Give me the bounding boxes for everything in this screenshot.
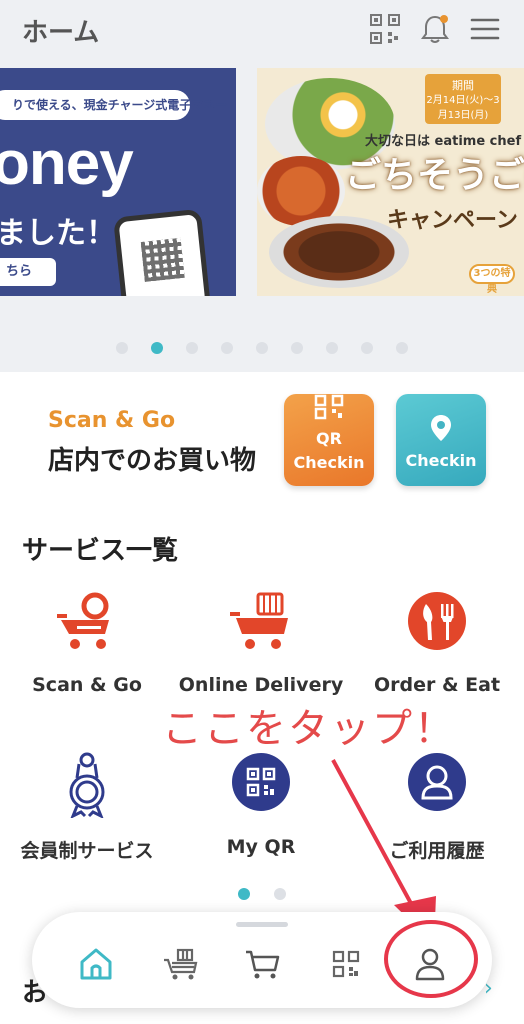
scan-cart-icon [57, 592, 109, 649]
carousel-dot[interactable] [221, 342, 233, 354]
service-membership[interactable]: 会員制サービス [2, 748, 172, 862]
banner-headline: oney [0, 129, 134, 198]
campaign-badge: 3つの特典 [469, 264, 515, 295]
service-scan-go[interactable]: Scan & Go [2, 586, 172, 698]
service-order-eat[interactable]: Order & Eat [352, 586, 522, 698]
carousel-dot[interactable] [396, 342, 408, 354]
carousel-dot[interactable] [361, 342, 373, 354]
service-label: Online Delivery [178, 674, 344, 696]
carousel-dot[interactable] [256, 342, 268, 354]
services-page-dot-active[interactable] [238, 888, 250, 900]
page-title: ホーム [22, 18, 100, 48]
qr-scan-icon[interactable] [368, 12, 402, 46]
carousel-dot[interactable] [291, 342, 303, 354]
service-usage-history[interactable]: ご利用履歴 [352, 748, 522, 862]
user-icon [408, 753, 466, 811]
service-label: 会員制サービス [20, 840, 154, 862]
banner-subheadline: ました！ [0, 216, 116, 251]
carousel-indicator [0, 342, 524, 358]
campaign-title: ごちそうごは [345, 155, 524, 196]
services-page-dot[interactable] [274, 888, 286, 900]
scan-go-subtitle: 店内でのお買い物 [48, 446, 257, 476]
campaign-period: 期間 2月14日(火)〜3月13日(月) [425, 74, 501, 124]
qr-code-icon [314, 394, 344, 420]
qr-code-icon [232, 753, 290, 811]
qr-illustration [140, 237, 185, 282]
service-label: Scan & Go [32, 674, 142, 696]
cart-icon[interactable] [240, 942, 284, 986]
banner-link-button[interactable]: ちら [0, 258, 56, 286]
service-my-qr[interactable]: My QR [176, 748, 346, 862]
drag-handle[interactable] [236, 922, 288, 927]
carousel-dot[interactable] [116, 342, 128, 354]
carousel-dot[interactable] [186, 342, 198, 354]
service-label: Order & Eat [373, 674, 501, 696]
promo-carousel[interactable]: りで使える、現金チャージ式電子マネー oney ました！ ちら 期間 2月14日… [0, 60, 524, 372]
fork-knife-icon [408, 592, 466, 650]
phone-illustration [113, 208, 211, 296]
location-pin-icon [431, 415, 451, 441]
menu-icon[interactable] [468, 12, 502, 46]
checkin-button[interactable]: Checkin [396, 394, 486, 486]
promo-banner-campaign[interactable]: 期間 2月14日(火)〜3月13日(月) 大切な日は eatime chef に… [257, 68, 524, 296]
bell-icon[interactable] [418, 12, 452, 46]
checkin-label: Checkin [405, 451, 477, 470]
delivery-cart-icon [230, 592, 288, 649]
tap-here-annotation: ここをタップ！ [162, 706, 456, 752]
qr-icon[interactable] [324, 942, 368, 986]
delivery-icon[interactable] [158, 942, 202, 986]
qr-checkin-line1: QR [316, 429, 342, 448]
service-label: ご利用履歴 [389, 840, 485, 862]
carousel-dot[interactable] [326, 342, 338, 354]
promo-banner-emoney[interactable]: りで使える、現金チャージ式電子マネー oney ました！ ちら [0, 68, 236, 296]
service-label: My QR [226, 836, 296, 858]
services-heading: サービス一覧 [22, 536, 179, 566]
service-online-delivery[interactable]: Online Delivery [176, 586, 346, 698]
highlight-circle [384, 920, 478, 998]
home-icon[interactable] [74, 942, 118, 986]
campaign-period-dates: 2月14日(火)〜3月13日(月) [426, 95, 500, 121]
campaign-label: キャンペーン [387, 208, 518, 233]
app-header: ホーム [0, 0, 524, 60]
qr-checkin-line2: Checkin [293, 453, 365, 472]
banner-tagline: りで使える、現金チャージ式電子マネー [0, 90, 227, 120]
qr-checkin-button[interactable]: QR Checkin [284, 394, 374, 486]
campaign-period-label: 期間 [452, 79, 474, 92]
carousel-dot-active[interactable] [151, 342, 163, 354]
scan-go-title: Scan & Go [48, 408, 176, 433]
medal-icon [69, 752, 105, 818]
